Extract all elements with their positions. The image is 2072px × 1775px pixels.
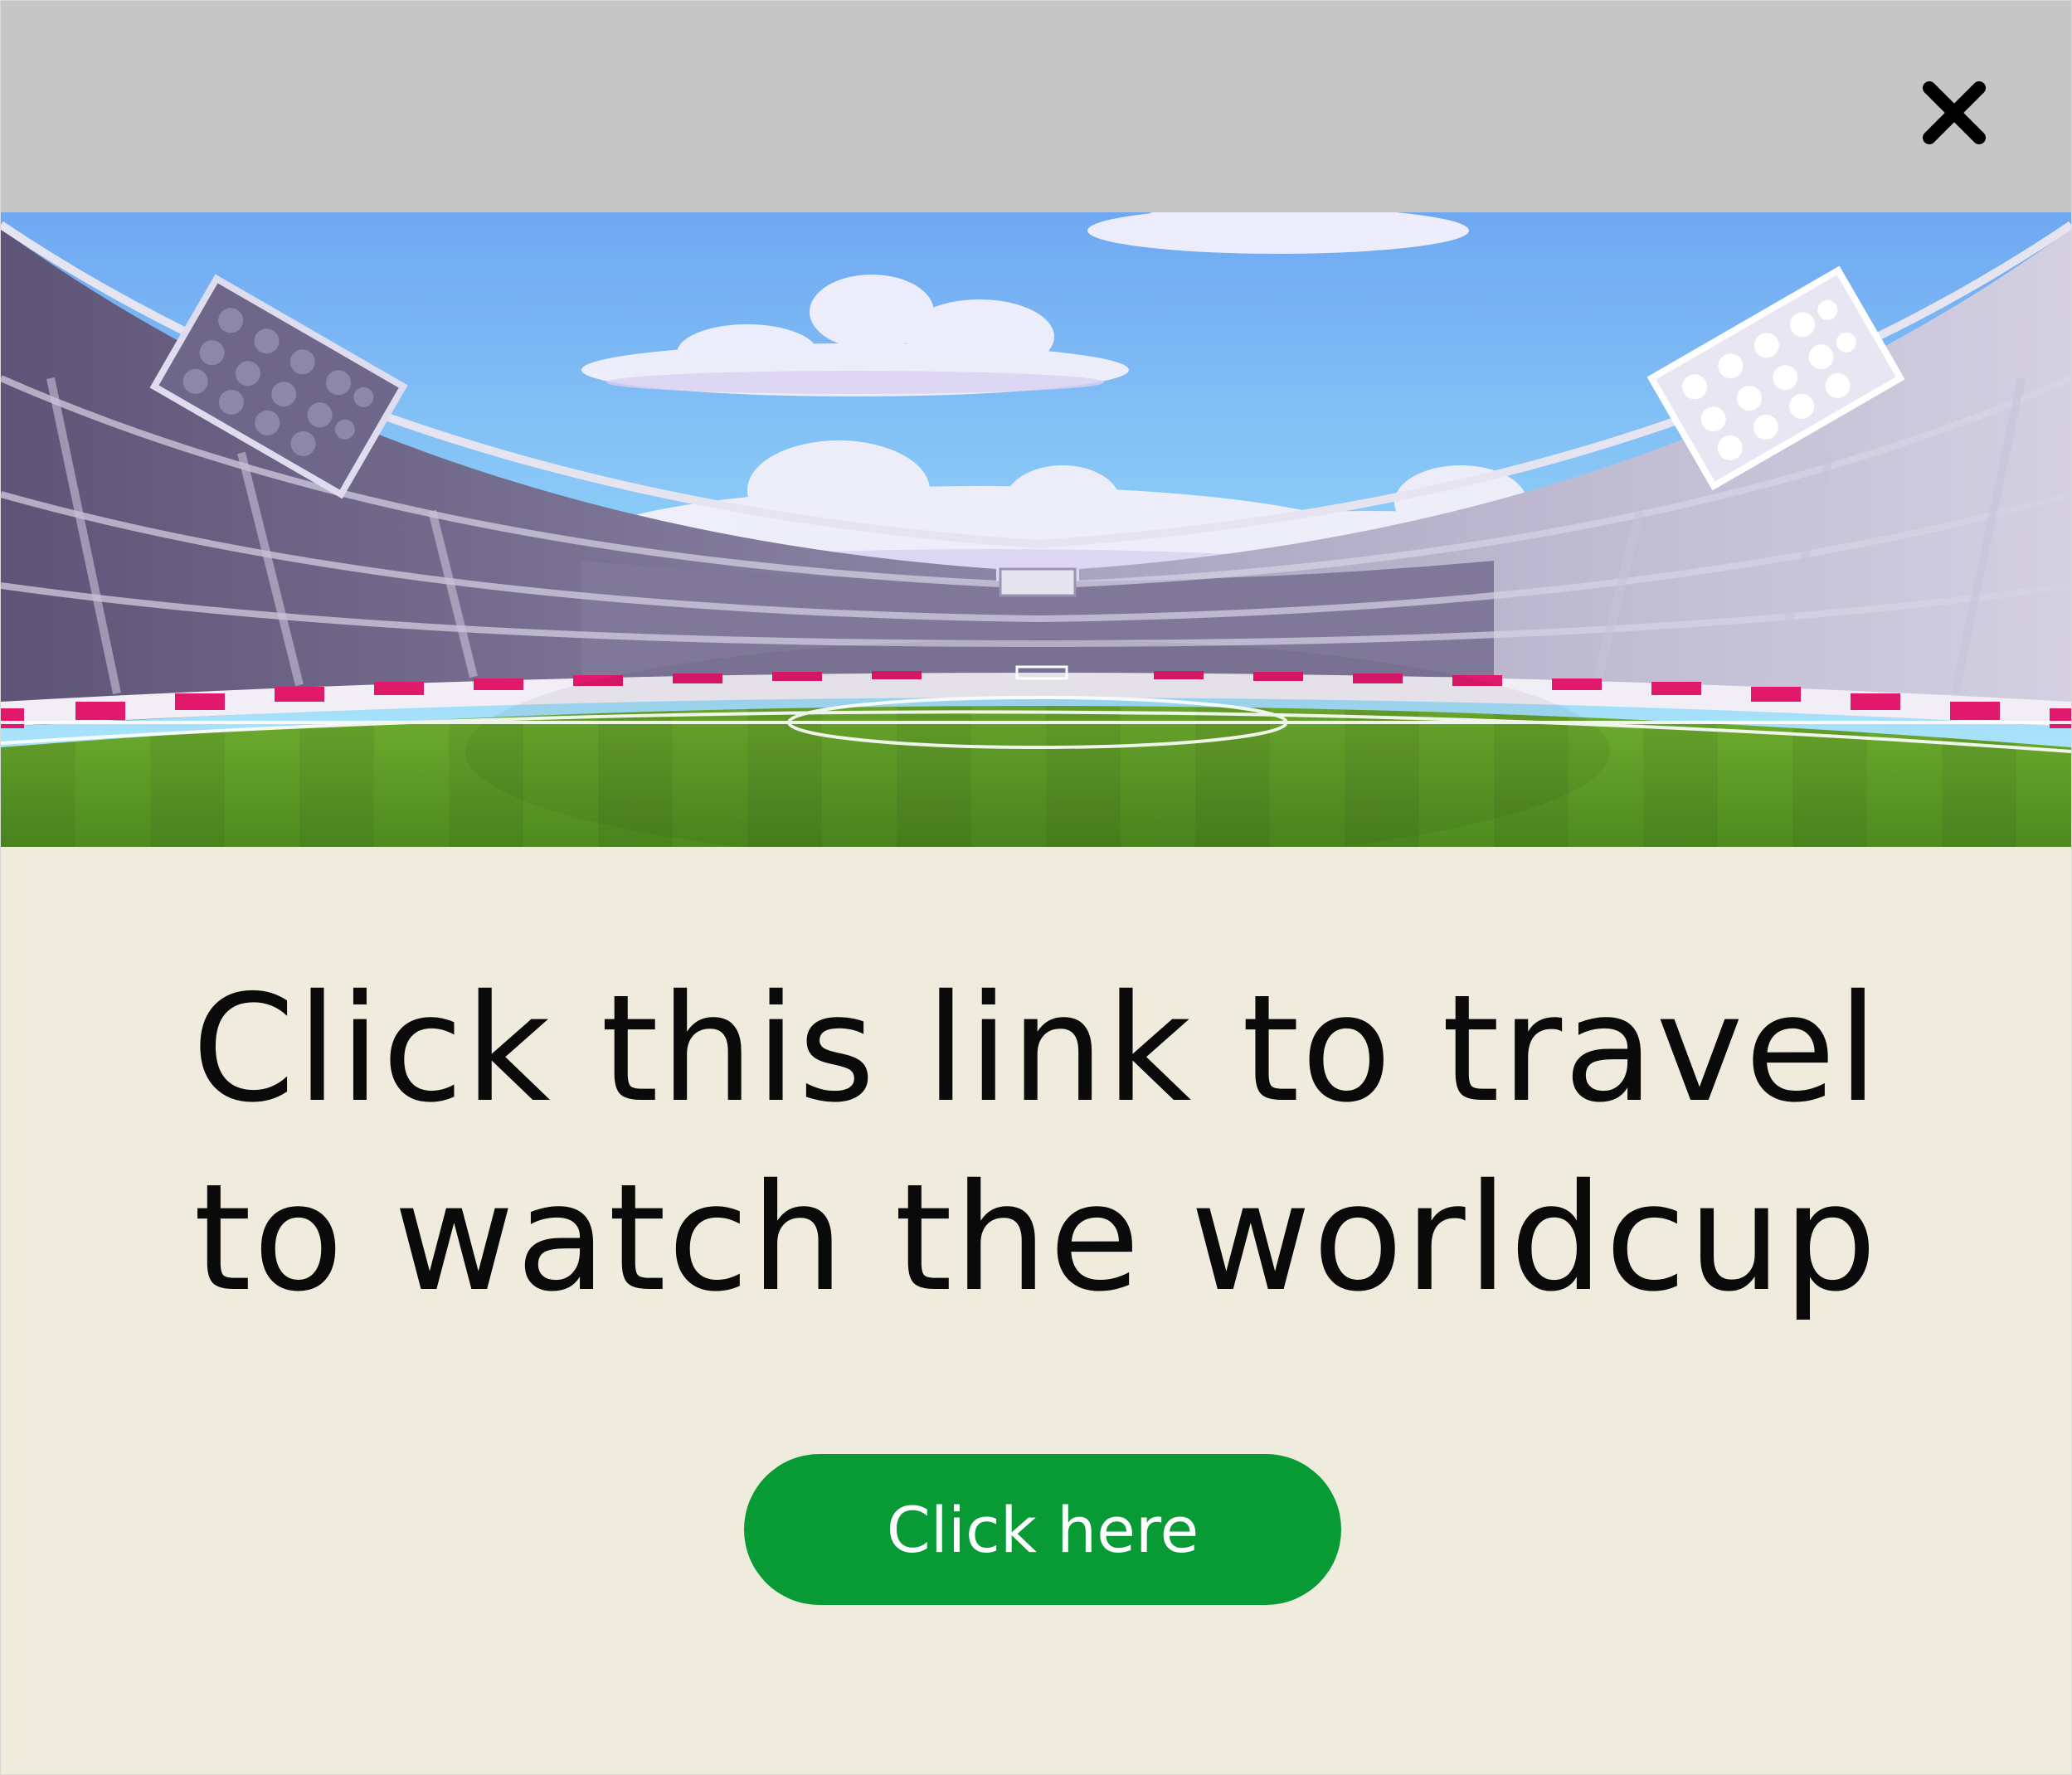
click-here-button[interactable]: Click here [744, 1454, 1341, 1605]
stadium-illustration [1, 212, 2071, 847]
popup-title-bar [1, 1, 2071, 212]
popup-ad: Click this link to travel to watch the w… [0, 0, 2072, 1775]
headline: Click this link to travel to watch the w… [1, 955, 2071, 1333]
headline-line-2: to watch the worldcup [193, 1152, 1879, 1324]
close-x-icon [1923, 81, 1986, 144]
close-button[interactable] [1909, 67, 2000, 158]
headline-line-1: Click this link to travel [192, 963, 1880, 1135]
